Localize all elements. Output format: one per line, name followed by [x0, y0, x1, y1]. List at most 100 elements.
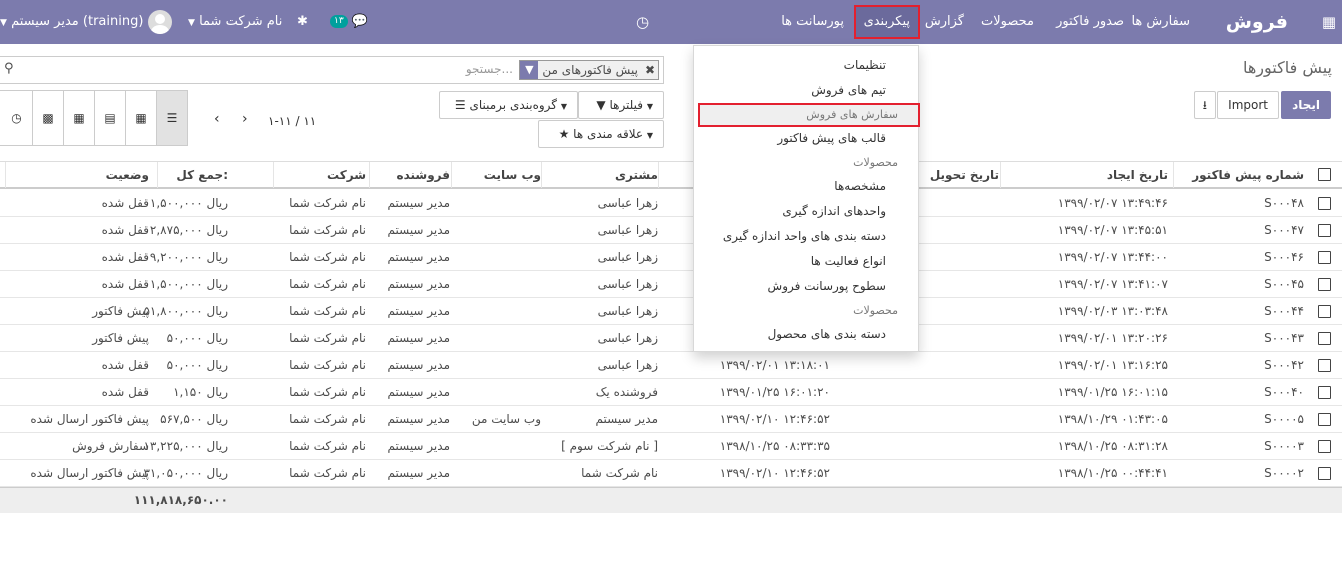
pivot-view-icon[interactable]: ▦ — [63, 91, 94, 145]
table-footer: ۱۱۱,۸۱۸,۶۵۰.۰۰ — [0, 487, 1342, 513]
table-row[interactable]: S۰۰۰۰۵ ۱۳۹۸/۱۰/۲۹ ۰۱:۴۳:۰۵ ۱۳۹۹/۰۲/۱۰ ۱۲:۴… — [0, 406, 1342, 433]
cell-created-date: ۱۳۹۹/۰۱/۲۵ ۱۶:۰۱:۱۵ — [1057, 385, 1168, 399]
cell-customer: زهرا عباسی — [597, 196, 658, 210]
header-total[interactable]: جمع کل: — [138, 168, 228, 186]
cell-company: نام شرکت شما — [289, 277, 366, 291]
groupby-button[interactable]: ☰ گروه‌بندی برمبنای ▼ — [439, 91, 578, 119]
view-switcher: ☰ ▦ ▤ ▦ ▩ ◷ — [0, 90, 188, 146]
chevron-down-icon: ▼ — [560, 102, 567, 111]
menu-reporting[interactable]: گزارش — [925, 0, 964, 44]
row-checkbox[interactable] — [1318, 197, 1331, 210]
menu-orders[interactable]: سفارش ها — [1131, 0, 1190, 44]
star-icon: ★ — [558, 127, 570, 141]
table-row[interactable]: S۰۰۰۴۸ ۱۳۹۹/۰۲/۰۷ ۱۳:۴۹:۴۶ زهرا عباسی مدیر … — [0, 190, 1342, 217]
kanban-view-icon[interactable]: ▦ — [125, 91, 156, 145]
dropdown-item[interactable]: تنظیمات — [844, 58, 886, 72]
select-all-checkbox[interactable] — [1318, 168, 1331, 181]
menu-invoicing[interactable]: صدور فاکتور — [1056, 0, 1124, 44]
dropdown-item[interactable]: دسته بندی های محصول — [768, 327, 886, 341]
header-created[interactable]: تاریخ ایجاد — [1008, 168, 1168, 186]
user-menu[interactable]: ▼ مدیر سیستم (training) — [0, 0, 172, 44]
menu-products[interactable]: محصولات — [981, 0, 1034, 44]
table-row[interactable]: S۰۰۰۴۶ ۱۳۹۹/۰۲/۰۷ ۱۳:۴۴:۰۰ زهرا عباسی مدیر … — [0, 244, 1342, 271]
row-checkbox[interactable] — [1318, 467, 1331, 480]
cell-salesperson: مدیر سیستم — [387, 250, 451, 264]
table-row[interactable]: S۰۰۰۴۲ ۱۳۹۹/۰۲/۰۱ ۱۳:۱۶:۲۵ ۱۳۹۹/۰۲/۰۱ ۱۳:۱… — [0, 352, 1342, 379]
dropdown-item[interactable]: انواع فعالیت ها — [811, 254, 886, 268]
dropdown-item[interactable]: تیم های فروش — [811, 83, 886, 97]
messages-button[interactable]: ۱۳ 💬 — [330, 0, 368, 44]
header-number[interactable]: شماره پیش فاکتور — [1174, 168, 1304, 186]
favorites-button[interactable]: ★ علاقه مندی ها ▼ — [538, 120, 664, 148]
favorites-label: علاقه مندی ها — [573, 127, 644, 141]
cell-salesperson: مدیر سیستم — [387, 304, 451, 318]
chevron-down-icon: ▼ — [0, 18, 7, 28]
cell-salesperson: مدیر سیستم — [387, 277, 451, 291]
pager-value[interactable]: ۱-۱۱ / ۱۱ — [268, 114, 316, 128]
cell-status: پیش فاکتور — [92, 304, 149, 318]
search-bar: ⚲ ▼ پیش فاکتورهای من ✖ جستجو... — [0, 56, 664, 84]
header-salesperson[interactable]: فروشنده — [370, 168, 451, 186]
dropdown-item[interactable]: دسته بندی های واحد اندازه گیری — [723, 229, 886, 243]
row-checkbox[interactable] — [1318, 278, 1331, 291]
app-name[interactable]: فروش — [1226, 0, 1288, 44]
graph-view-icon[interactable]: ▩ — [32, 91, 63, 145]
header-customer[interactable]: مشتری — [538, 168, 658, 186]
cell-customer: زهرا عباسی — [597, 304, 658, 318]
table-row[interactable]: S۰۰۰۴۴ ۱۳۹۹/۰۲/۰۳ ۱۳:۰۳:۴۸ زهرا عباسی مدیر … — [0, 298, 1342, 325]
search-input[interactable]: جستجو... — [466, 62, 513, 76]
table-row[interactable]: S۰۰۰۰۳ ۱۳۹۸/۱۰/۲۵ ۰۸:۳۱:۲۸ ۱۳۹۸/۱۰/۲۵ ۰۸:۳… — [0, 433, 1342, 460]
apps-grid-icon[interactable]: ▦ — [1322, 0, 1336, 44]
row-checkbox[interactable] — [1318, 440, 1331, 453]
cell-delivery-date: ۱۳۹۹/۰۲/۱۰ ۱۲:۴۶:۵۲ — [719, 466, 830, 480]
cell-website — [461, 385, 541, 401]
table-row[interactable]: S۰۰۰۴۷ ۱۳۹۹/۰۲/۰۷ ۱۳:۴۵:۵۱ زهرا عباسی مدیر … — [0, 217, 1342, 244]
row-checkbox[interactable] — [1318, 359, 1331, 372]
cell-status: پیش فاکتور — [92, 331, 149, 345]
row-checkbox[interactable] — [1318, 305, 1331, 318]
list-view-icon[interactable]: ☰ — [156, 91, 187, 145]
row-checkbox[interactable] — [1318, 386, 1331, 399]
dropdown-item[interactable]: واحدهای اندازه گیری — [782, 204, 886, 218]
header-company[interactable]: شرکت — [276, 168, 366, 186]
download-button[interactable]: ⭳ — [1193, 91, 1216, 119]
close-icon[interactable]: ✖ — [642, 61, 658, 79]
dropdown-item[interactable]: قالب های پیش فاکتور — [777, 131, 886, 145]
table-row[interactable]: S۰۰۰۴۵ ۱۳۹۹/۰۲/۰۷ ۱۳:۴۱:۰۷ زهرا عباسی مدیر … — [0, 271, 1342, 298]
cell-website — [461, 250, 541, 266]
row-checkbox[interactable] — [1318, 413, 1331, 426]
breadcrumb: پیش فاکتورها — [1242, 58, 1332, 77]
cell-customer: نام شرکت شما — [581, 466, 658, 480]
create-button[interactable]: ایجاد — [1281, 91, 1331, 119]
company-switcher[interactable]: ▼ نام شرکت شما — [188, 0, 282, 44]
row-checkbox[interactable] — [1318, 332, 1331, 345]
table-row[interactable]: S۰۰۰۴۰ ۱۳۹۹/۰۱/۲۵ ۱۶:۰۱:۱۵ ۱۳۹۹/۰۱/۲۵ ۱۶:۰… — [0, 379, 1342, 406]
table-row[interactable]: S۰۰۰۴۳ ۱۳۹۹/۰۲/۰۱ ۱۳:۲۰:۲۶ زهرا عباسی مدیر … — [0, 325, 1342, 352]
filters-button[interactable]: ▼ فیلترها ▼ — [578, 91, 664, 119]
header-status[interactable]: وضعیت — [29, 168, 149, 186]
row-checkbox[interactable] — [1318, 224, 1331, 237]
cell-salesperson: مدیر سیستم — [387, 385, 451, 399]
pager-previous-button[interactable]: ‹ — [214, 111, 220, 127]
bug-icon[interactable]: ✱ — [297, 0, 308, 44]
dropdown-item[interactable]: سطوح پورسانت فروش — [768, 279, 886, 293]
search-icon[interactable]: ⚲ — [4, 61, 14, 76]
activity-view-icon[interactable]: ◷ — [1, 91, 32, 145]
menu-configuration[interactable]: پیکربندی — [853, 5, 920, 39]
cell-created-date: ۱۳۹۸/۱۰/۲۵ ۰۰:۴۴:۴۱ — [1057, 466, 1168, 480]
cell-quotation-number: S۰۰۰۴۳ — [1264, 331, 1304, 345]
cell-company: نام شرکت شما — [289, 250, 366, 264]
menu-commissions[interactable]: پورسانت ها — [781, 0, 844, 44]
company-name: نام شرکت شما — [199, 14, 283, 29]
row-checkbox[interactable] — [1318, 251, 1331, 264]
table-row[interactable]: S۰۰۰۰۲ ۱۳۹۸/۱۰/۲۵ ۰۰:۴۴:۴۱ ۱۳۹۹/۰۲/۱۰ ۱۲:۴… — [0, 460, 1342, 487]
dropdown-item[interactable]: مشخصه‌ها — [834, 179, 886, 193]
pager-next-button[interactable]: › — [242, 111, 248, 127]
import-button[interactable]: Import — [1217, 91, 1279, 119]
cell-created-date: ۱۳۹۸/۱۰/۲۵ ۰۸:۳۱:۲۸ — [1057, 439, 1168, 453]
total-sum: ۱۱۱,۸۱۸,۶۵۰.۰۰ — [133, 493, 228, 507]
clock-icon[interactable]: ◷ — [636, 0, 649, 44]
calendar-view-icon[interactable]: ▤ — [94, 91, 125, 145]
header-website[interactable]: وب سایت — [461, 168, 541, 186]
filters-label: فیلترها — [609, 98, 644, 112]
